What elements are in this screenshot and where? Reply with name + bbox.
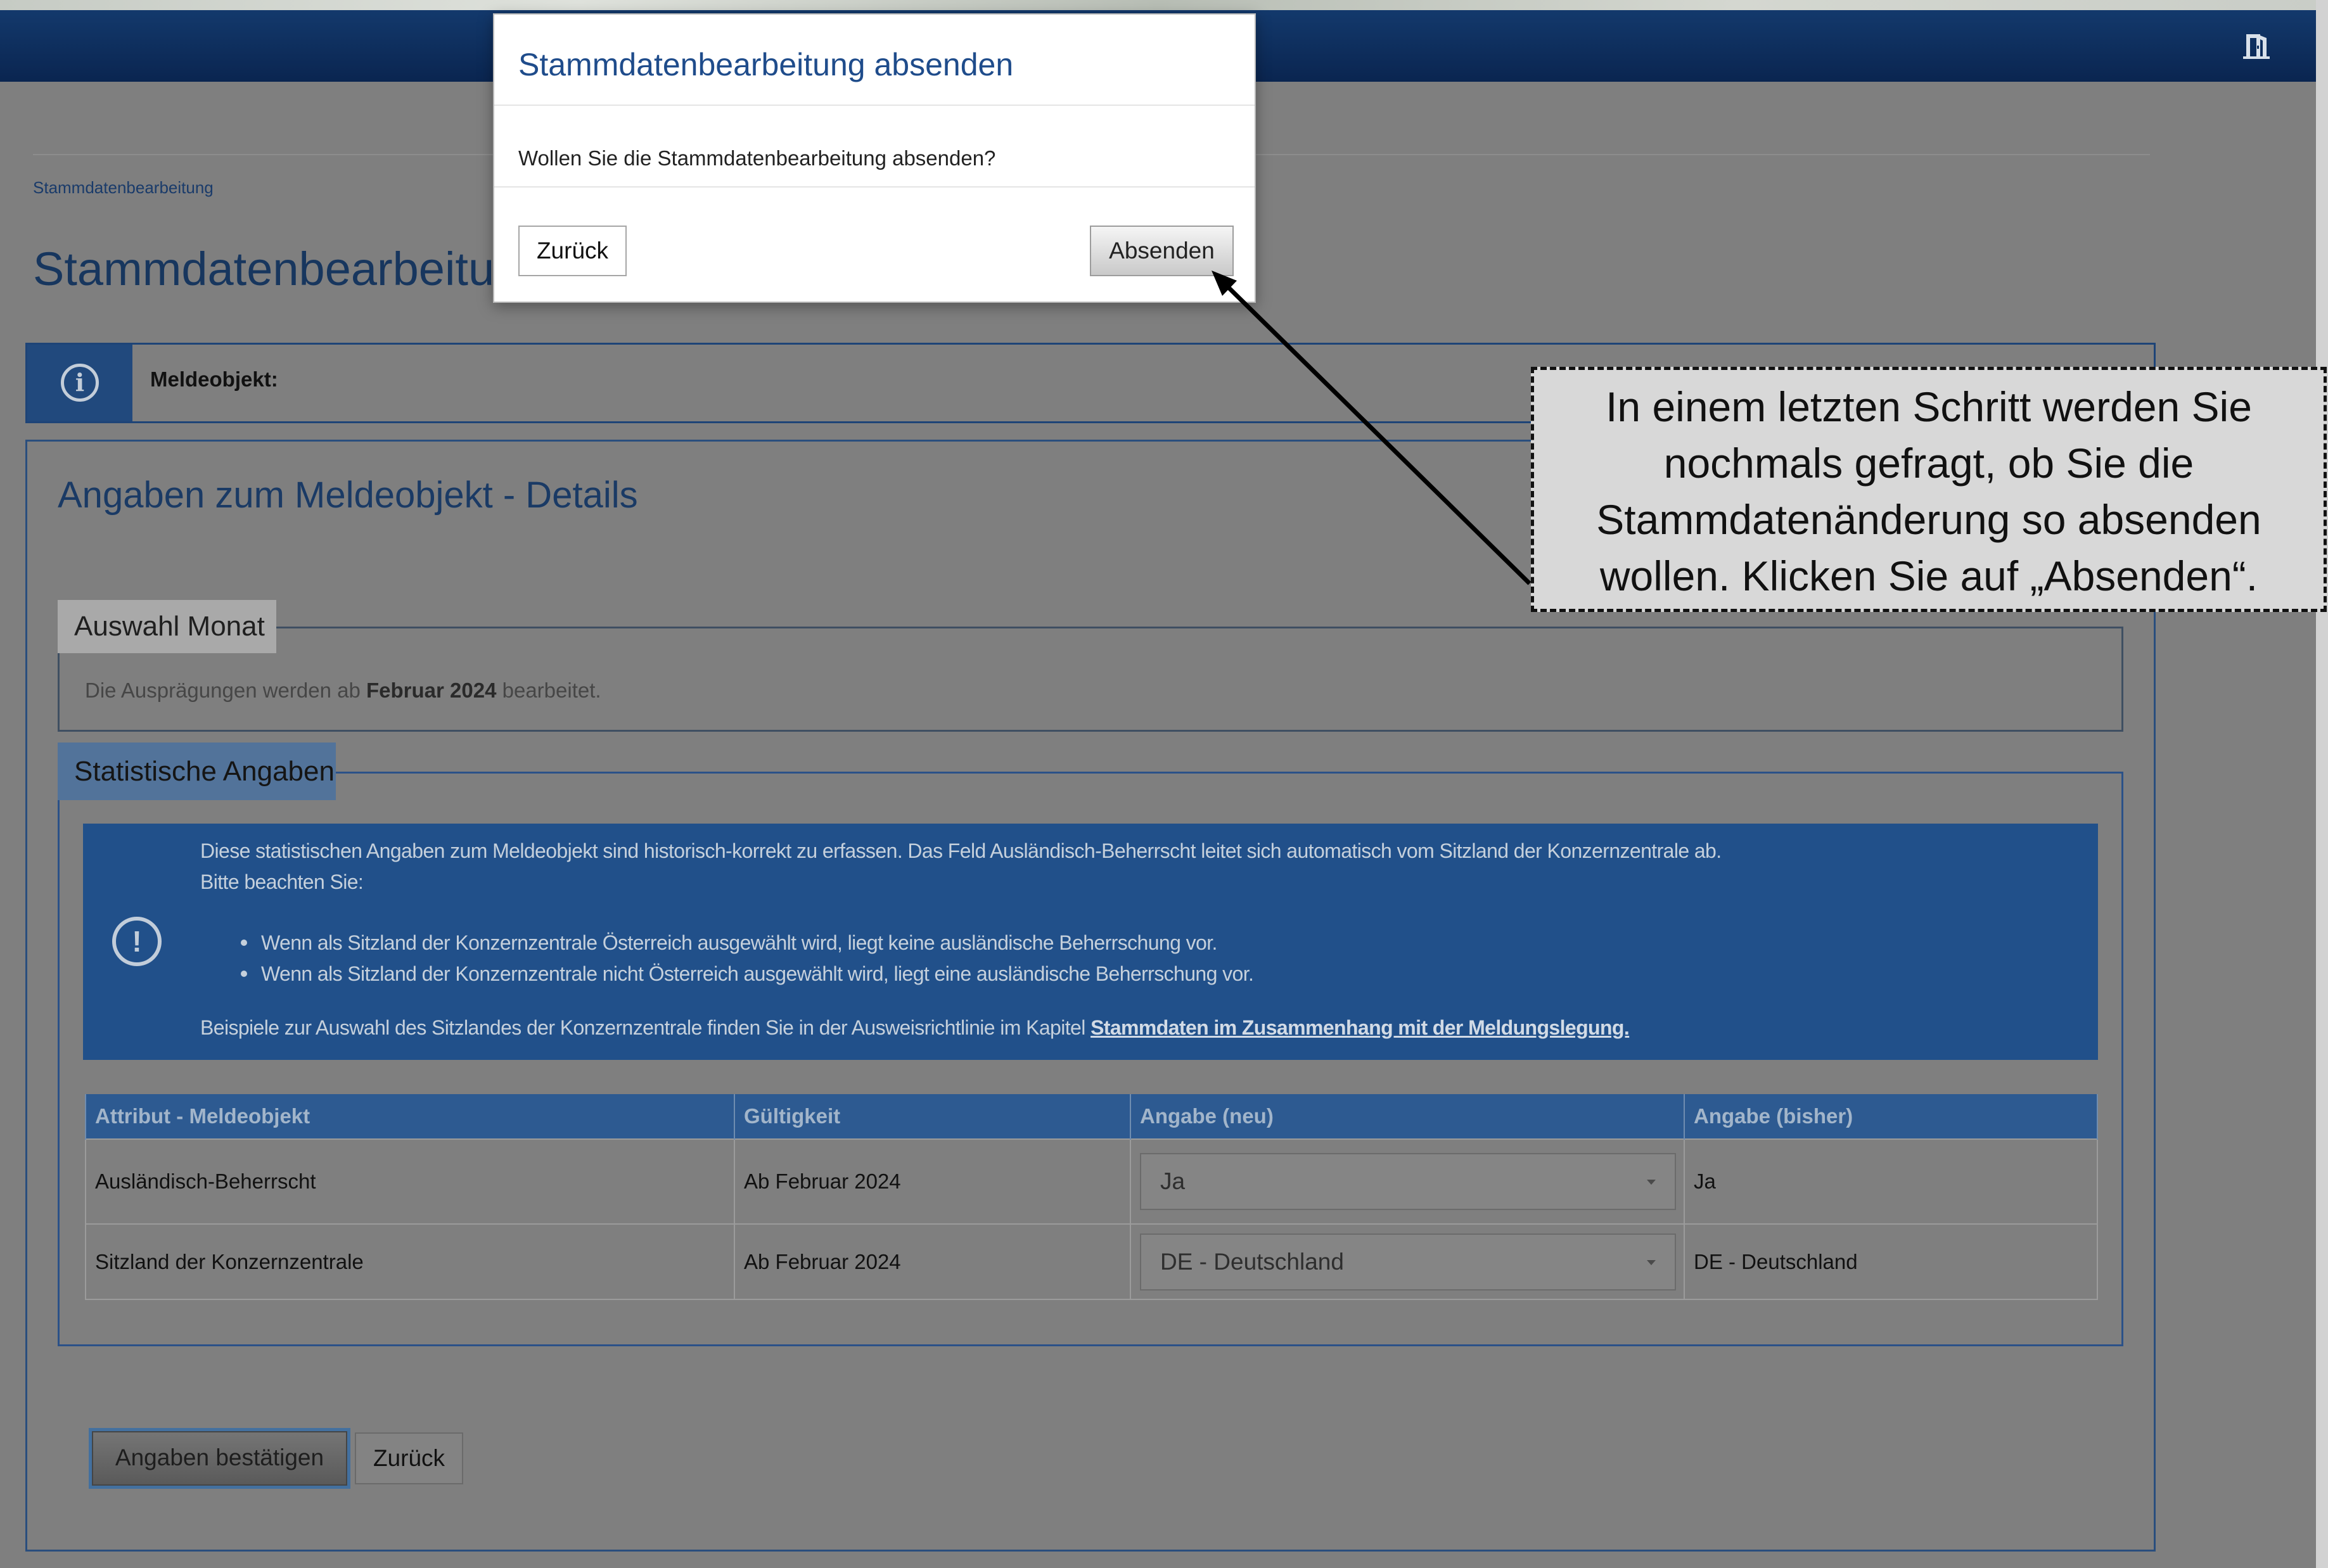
callout-line: In einem letzten Schritt werden Sie — [1606, 383, 2252, 430]
dialog-title: Stammdatenbearbeitung absenden — [518, 47, 1014, 82]
callout-line: nochmals gefragt, ob Sie die — [1663, 440, 2194, 487]
window-edge — [2316, 0, 2328, 1568]
dialog-message: Wollen Sie die Stammdatenbearbeitung abs… — [518, 146, 996, 170]
dialog-header-divider — [494, 105, 1255, 106]
submit-confirmation-dialog: Stammdatenbearbeitung absenden Wollen Si… — [493, 13, 1256, 303]
dialog-back-button[interactable]: Zurück — [518, 226, 627, 276]
dialog-submit-button[interactable]: Absenden — [1090, 226, 1234, 276]
callout-line: wollen. Klicken Sie auf „Absenden“. — [1599, 552, 2258, 599]
dialog-footer-divider — [494, 186, 1255, 188]
instruction-callout: In einem letzten Schritt werden Sie noch… — [1531, 367, 2327, 612]
callout-line: Stammdatenänderung so absenden — [1596, 496, 2261, 543]
